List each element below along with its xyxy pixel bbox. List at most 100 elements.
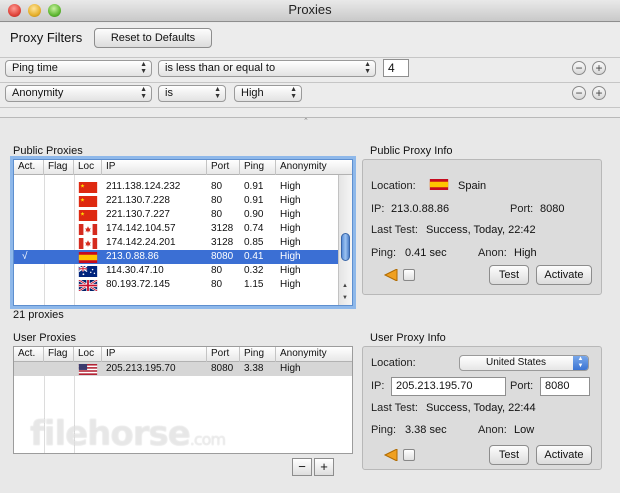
- china-flag-icon: [78, 182, 98, 193]
- public-proxy-info-title: Public Proxy Info: [370, 145, 453, 157]
- row-anonymity: High: [280, 237, 301, 248]
- row-port: 3128: [211, 223, 234, 234]
- row-active-mark: [18, 194, 22, 208]
- column-header-loc[interactable]: Loc: [74, 347, 102, 362]
- reset-to-defaults-button[interactable]: Reset to Defaults: [94, 28, 212, 48]
- row-anonymity: High: [280, 279, 301, 290]
- filter-2-operator-select[interactable]: is ▲ ▼: [158, 85, 226, 102]
- scrollbar-thumb[interactable]: [341, 233, 350, 261]
- filter-1-remove-button[interactable]: −: [572, 61, 586, 75]
- scroll-down-icon[interactable]: ▼: [342, 295, 348, 301]
- user-ip-input[interactable]: 205.213.195.70: [391, 377, 506, 396]
- user-activate-button[interactable]: Activate: [536, 445, 592, 465]
- filter-1-add-button[interactable]: +: [592, 61, 606, 75]
- column-header-loc[interactable]: Loc: [74, 160, 102, 175]
- filter-2-field-select[interactable]: Anonymity ▲ ▼: [5, 85, 152, 102]
- column-header-flag[interactable]: Flag: [44, 160, 74, 175]
- filter-1-operator-select[interactable]: is less than or equal to ▲ ▼: [158, 60, 376, 77]
- column-header-anonymity[interactable]: Anonymity: [276, 160, 338, 175]
- column-header-ip[interactable]: IP: [102, 160, 207, 175]
- row-ip: 174.142.104.57: [106, 223, 176, 234]
- row-ip: 211.138.124.232: [106, 181, 181, 192]
- table-row[interactable]: 211.138.124.232 80 0.91 High: [14, 180, 352, 194]
- table-row[interactable]: 205.213.195.70 8080 3.38 High: [14, 362, 352, 376]
- public-anon-label: Anon:: [478, 247, 507, 259]
- public-proxies-table[interactable]: Act. Flag Loc IP Port Ping Anonymity 211…: [13, 159, 353, 306]
- table-row[interactable]: 80.193.72.145 80 1.15 High: [14, 278, 352, 292]
- user-proxy-info-panel: Location: United States ▲ ▼ IP: 205.213.1…: [362, 346, 602, 470]
- row-port: 80: [211, 279, 223, 290]
- column-header-flag[interactable]: Flag: [44, 347, 74, 362]
- filter-1-field-select[interactable]: Ping time ▲ ▼: [5, 60, 152, 77]
- column-header-act[interactable]: Act.: [14, 347, 44, 362]
- row-anonymity: High: [280, 251, 301, 262]
- canada-flag-icon: [78, 238, 98, 249]
- filter-2-value: High: [241, 87, 264, 99]
- speaker-icon[interactable]: [383, 269, 399, 281]
- popup-arrows-icon: ▲ ▼: [364, 61, 371, 75]
- filter-2-value-select[interactable]: High ▲ ▼: [234, 85, 302, 102]
- row-ip: 221.130.7.227: [106, 209, 170, 220]
- table-row[interactable]: √ 213.0.88.86 8080 0.41 High: [14, 250, 352, 264]
- row-active-mark: [18, 222, 22, 236]
- column-header-ip[interactable]: IP: [102, 347, 207, 362]
- public-port-value: 8080: [540, 203, 565, 215]
- user-test-button[interactable]: Test: [489, 445, 529, 465]
- column-header-anonymity[interactable]: Anonymity: [276, 347, 352, 362]
- public-last-test-value: Success, Today, 22:42: [426, 224, 536, 236]
- public-location-label: Location:: [371, 180, 416, 192]
- column-header-port[interactable]: Port: [207, 347, 240, 362]
- user-location-select[interactable]: United States ▲ ▼: [459, 355, 589, 371]
- speaker-icon[interactable]: [383, 449, 399, 461]
- row-ip: 174.142.24.201: [106, 237, 176, 248]
- row-port: 80: [211, 181, 223, 192]
- table-row[interactable]: 174.142.24.201 3128 0.85 High: [14, 236, 352, 250]
- row-ip: 205.213.195.70: [106, 363, 176, 374]
- filter-2-add-button[interactable]: +: [592, 86, 606, 100]
- user-sound-checkbox[interactable]: [403, 449, 415, 461]
- row-active-mark: √: [22, 251, 28, 262]
- column-header-act[interactable]: Act.: [14, 160, 44, 175]
- public-ping-label: Ping:: [371, 247, 397, 259]
- remove-user-proxy-button[interactable]: −: [292, 458, 312, 476]
- row-ping: 0.41: [244, 251, 264, 262]
- add-user-proxy-button[interactable]: +: [314, 458, 334, 476]
- user-location-value: United States: [485, 357, 547, 368]
- filter-1-value-input[interactable]: 4: [383, 59, 409, 77]
- table-row[interactable]: 221.130.7.228 80 0.91 High: [14, 194, 352, 208]
- row-ping: 0.91: [244, 195, 264, 206]
- china-flag-icon: [78, 196, 98, 207]
- popup-arrows-icon: ▲ ▼: [214, 86, 221, 100]
- row-ping: 0.74: [244, 223, 264, 234]
- row-anonymity: High: [280, 265, 301, 276]
- split-handle-icon[interactable]: ⌃: [303, 118, 309, 125]
- table-row[interactable]: 114.30.47.10 80 0.32 High: [14, 264, 352, 278]
- row-port: 80: [211, 265, 223, 276]
- table-row[interactable]: 221.130.7.227 80 0.90 High: [14, 208, 352, 222]
- filter-2-remove-button[interactable]: −: [572, 86, 586, 100]
- public-activate-button[interactable]: Activate: [536, 265, 592, 285]
- uk-flag-icon: [78, 280, 98, 291]
- public-location-value: Spain: [458, 180, 487, 192]
- canada-flag-icon: [78, 224, 98, 235]
- user-proxies-label: User Proxies: [13, 332, 76, 344]
- public-sound-checkbox[interactable]: [403, 269, 415, 281]
- user-ping-value: 3.38 sec: [405, 424, 447, 436]
- row-ping: 0.85: [244, 237, 264, 248]
- user-port-label: Port:: [510, 380, 534, 392]
- row-port: 80: [211, 195, 223, 206]
- watermark-text: filehorse: [30, 414, 191, 454]
- public-table-scrollbar[interactable]: ▲ ▼: [338, 175, 352, 305]
- spain-flag-icon: [78, 252, 98, 263]
- public-test-button[interactable]: Test: [489, 265, 529, 285]
- column-header-port[interactable]: Port: [207, 160, 240, 175]
- public-last-test-label: Last Test:: [371, 224, 418, 236]
- user-port-input[interactable]: 8080: [540, 377, 590, 396]
- table-row[interactable]: 174.142.104.57 3128 0.74 High: [14, 222, 352, 236]
- row-port: 8080: [211, 251, 234, 262]
- column-header-ping[interactable]: Ping: [240, 347, 276, 362]
- usa-flag-icon: [78, 364, 98, 375]
- column-header-ping[interactable]: Ping: [240, 160, 276, 175]
- row-port: 8080: [211, 363, 234, 374]
- scroll-up-icon[interactable]: ▲: [342, 283, 348, 289]
